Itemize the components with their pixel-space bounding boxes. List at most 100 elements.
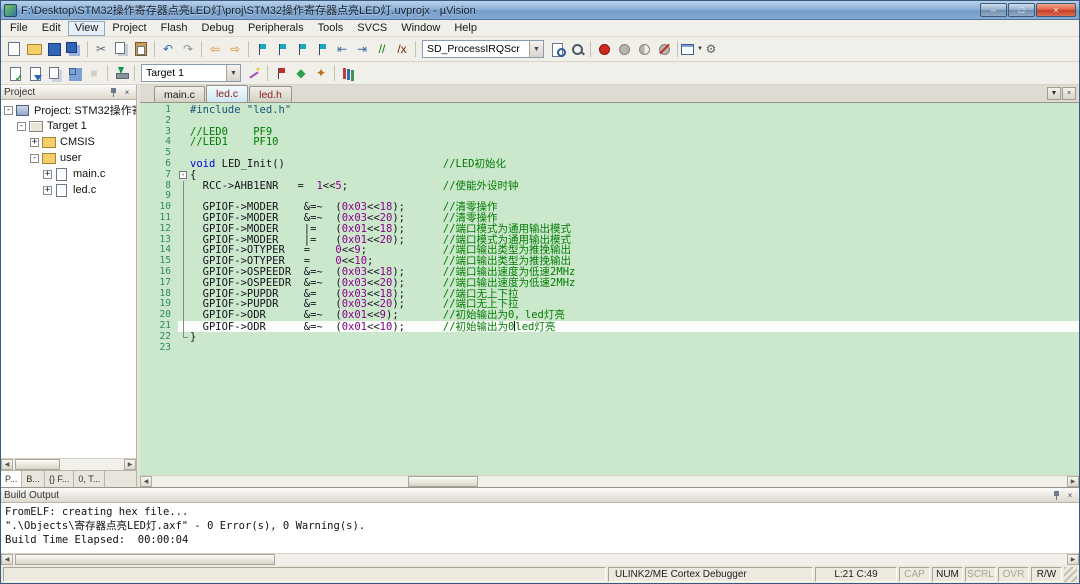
tree-item-cmsis-group[interactable]: +CMSIS bbox=[1, 134, 136, 150]
collapse-icon[interactable]: - bbox=[30, 154, 39, 163]
tree-item-target-1[interactable]: -Target 1 bbox=[1, 118, 136, 134]
tree-item-main-c[interactable]: +main.c bbox=[1, 166, 136, 182]
search-text-combo[interactable]: SD_ProcessIRQScr▼ bbox=[422, 40, 544, 58]
scroll-thumb[interactable] bbox=[408, 476, 478, 487]
scroll-thumb[interactable] bbox=[15, 459, 60, 470]
code-line-1[interactable]: 1#include "led.h" bbox=[140, 105, 1079, 116]
menu-flash[interactable]: Flash bbox=[154, 21, 195, 36]
manage-project-items-button[interactable]: ◆ bbox=[291, 63, 311, 83]
paste-button[interactable] bbox=[131, 39, 151, 59]
code-line-22[interactable]: 22} bbox=[140, 332, 1079, 343]
save-button[interactable] bbox=[44, 39, 64, 59]
scroll-thumb[interactable] bbox=[15, 554, 275, 565]
enable-breakpoint-button[interactable] bbox=[614, 39, 634, 59]
code-line-4[interactable]: 4//LED1 PF10 bbox=[140, 137, 1079, 148]
disable-all-breakpoints-button[interactable] bbox=[634, 39, 654, 59]
chevron-down-icon[interactable]: ▼ bbox=[226, 65, 240, 81]
multi-project-button[interactable]: ✦ bbox=[311, 63, 331, 83]
scroll-track[interactable] bbox=[13, 554, 1067, 565]
tab-close-icon[interactable]: × bbox=[1062, 87, 1076, 100]
code-line-3[interactable]: 3//LED0 PF9 bbox=[140, 127, 1079, 138]
menu-svcs[interactable]: SVCS bbox=[350, 21, 394, 36]
collapse-icon[interactable]: - bbox=[4, 106, 13, 115]
expand-icon[interactable]: + bbox=[43, 186, 52, 195]
fold-margin[interactable]: - bbox=[178, 170, 190, 181]
code-line-8[interactable]: 8 RCC->AHB1ENR = 1<<5; //使能外设时钟 bbox=[140, 181, 1079, 192]
menu-edit[interactable]: Edit bbox=[35, 21, 68, 36]
menu-window[interactable]: Window bbox=[394, 21, 447, 36]
menu-file[interactable]: File bbox=[3, 21, 35, 36]
tree-item-project-root[interactable]: -Project: STM32操作寄存器点亮LED灯 bbox=[1, 102, 136, 118]
project-hscrollbar[interactable]: ◀ ▶ bbox=[1, 458, 136, 470]
expand-icon[interactable]: + bbox=[43, 170, 52, 179]
insert-breakpoint-button[interactable] bbox=[594, 39, 614, 59]
stop-build-button[interactable]: ■ bbox=[84, 63, 104, 83]
code-line-6[interactable]: 6void LED_Init() //LED初始化 bbox=[140, 159, 1079, 170]
maximize-button[interactable]: □ bbox=[1008, 3, 1035, 17]
target-select-combo[interactable]: Target 1▼ bbox=[141, 64, 241, 82]
uncomment-button[interactable]: /x bbox=[392, 39, 412, 59]
translate-file-button[interactable] bbox=[4, 63, 24, 83]
code-line-23[interactable]: 23 bbox=[140, 343, 1079, 354]
editor-tab-led-c[interactable]: led.c bbox=[206, 85, 248, 102]
chevron-down-icon[interactable]: ▼ bbox=[529, 41, 543, 57]
code-area[interactable]: 1#include "led.h"23//LED0 PF94//LED1 PF1… bbox=[140, 103, 1079, 475]
find-in-files-button[interactable] bbox=[547, 39, 567, 59]
scroll-right-icon[interactable]: ▶ bbox=[1067, 476, 1079, 487]
fold-collapse-icon[interactable]: - bbox=[179, 171, 187, 179]
close-panel-icon[interactable]: × bbox=[1064, 489, 1076, 501]
file-extensions-button[interactable] bbox=[271, 63, 291, 83]
title-bar[interactable]: F:\Desktop\STM32操作寄存器点亮LED灯\proj\STM32操作… bbox=[1, 1, 1079, 20]
menu-peripherals[interactable]: Peripherals bbox=[241, 21, 311, 36]
expand-icon[interactable]: + bbox=[30, 138, 39, 147]
scroll-right-icon[interactable]: ▶ bbox=[1067, 554, 1079, 565]
copy-button[interactable] bbox=[111, 39, 131, 59]
download-to-flash-button[interactable] bbox=[111, 63, 131, 83]
menu-help[interactable]: Help bbox=[447, 21, 484, 36]
scroll-track[interactable] bbox=[13, 459, 124, 470]
menu-project[interactable]: Project bbox=[105, 21, 153, 36]
outdent-button[interactable]: ⇤ bbox=[332, 39, 352, 59]
comment-button[interactable]: // bbox=[372, 39, 392, 59]
options-for-target-button[interactable] bbox=[244, 63, 264, 83]
next-bookmark-button[interactable] bbox=[292, 39, 312, 59]
menu-tools[interactable]: Tools bbox=[311, 21, 351, 36]
batch-build-button[interactable] bbox=[64, 63, 84, 83]
clear-bookmarks-button[interactable] bbox=[312, 39, 332, 59]
scroll-track[interactable] bbox=[152, 476, 1067, 487]
scroll-left-icon[interactable]: ◀ bbox=[140, 476, 152, 487]
minimize-button[interactable]: – bbox=[980, 3, 1007, 17]
kill-all-breakpoints-button[interactable] bbox=[654, 39, 674, 59]
scroll-left-icon[interactable]: ◀ bbox=[1, 459, 13, 470]
cut-button[interactable]: ✂ bbox=[91, 39, 111, 59]
panel-tab-0[interactable]: P... bbox=[1, 471, 22, 487]
tree-item-user-group[interactable]: -user bbox=[1, 150, 136, 166]
open-file-button[interactable] bbox=[24, 39, 44, 59]
build-button[interactable] bbox=[24, 63, 44, 83]
debug-windows-button[interactable]: ▼ bbox=[681, 39, 701, 59]
nav-forward-button[interactable]: ⇨ bbox=[225, 39, 245, 59]
pin-icon[interactable] bbox=[1050, 489, 1062, 501]
manage-books-button[interactable] bbox=[338, 63, 358, 83]
rebuild-all-button[interactable] bbox=[44, 63, 64, 83]
close-button[interactable]: × bbox=[1036, 3, 1076, 17]
panel-tab-2[interactable]: {} F... bbox=[45, 471, 75, 487]
scroll-left-icon[interactable]: ◀ bbox=[1, 554, 13, 565]
redo-button[interactable]: ↷ bbox=[178, 39, 198, 59]
code-line-21[interactable]: 21 GPIOF->ODR &=~ (0x01<<10); //初始输出为0le… bbox=[140, 321, 1079, 332]
panel-tab-1[interactable]: B... bbox=[22, 471, 45, 487]
build-output-hscrollbar[interactable]: ◀ ▶ bbox=[1, 553, 1079, 565]
editor-hscrollbar[interactable]: ◀ ▶ bbox=[140, 475, 1079, 487]
menu-debug[interactable]: Debug bbox=[195, 21, 241, 36]
code-line-20[interactable]: 20 GPIOF->ODR &=~ (0x01<<9); //初始输出为0，le… bbox=[140, 310, 1079, 321]
tree-item-led-c[interactable]: +led.c bbox=[1, 182, 136, 198]
close-panel-icon[interactable]: × bbox=[121, 86, 133, 98]
prev-bookmark-button[interactable] bbox=[272, 39, 292, 59]
menu-view[interactable]: View bbox=[68, 21, 106, 36]
new-file-button[interactable] bbox=[4, 39, 24, 59]
save-all-button[interactable] bbox=[64, 39, 84, 59]
editor-tab-led-h[interactable]: led.h bbox=[249, 86, 292, 102]
editor-tab-main-c[interactable]: main.c bbox=[154, 86, 205, 102]
code-line-2[interactable]: 2 bbox=[140, 116, 1079, 127]
indent-button[interactable]: ⇥ bbox=[352, 39, 372, 59]
